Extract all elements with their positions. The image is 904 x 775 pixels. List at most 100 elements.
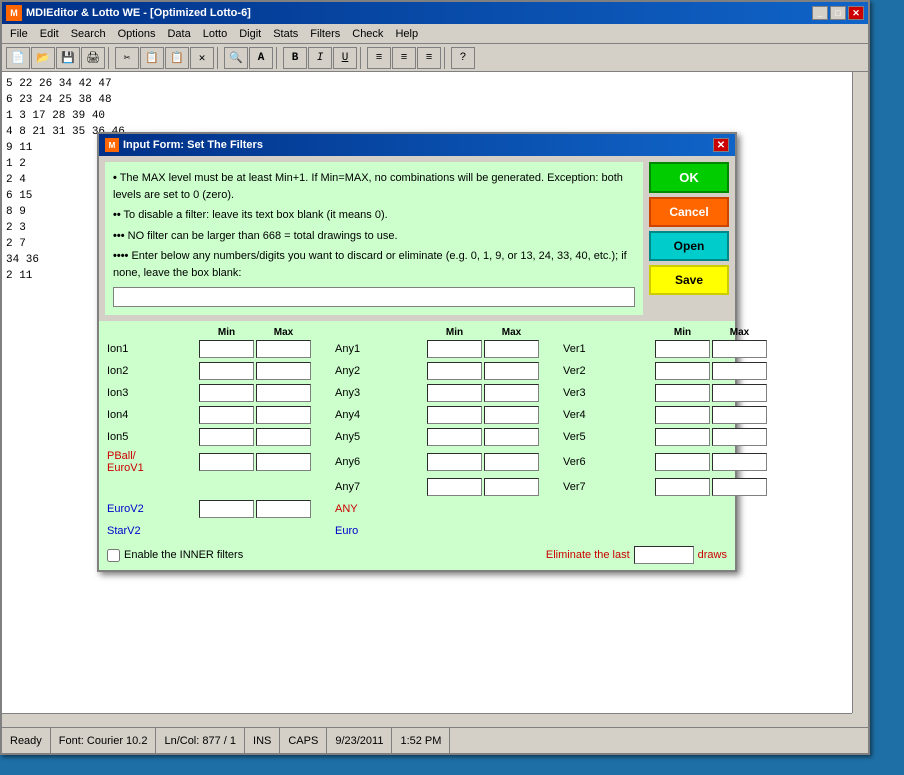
toolbar-align-center[interactable]: ≡ (392, 47, 416, 69)
save-button[interactable]: Save (649, 265, 729, 295)
menu-stats[interactable]: Stats (267, 26, 304, 42)
toolbar-paste[interactable]: 📋 (165, 47, 189, 69)
toolbar-print[interactable]: 🖨 (81, 47, 105, 69)
status-ins: INS (245, 728, 280, 753)
any7-min[interactable] (427, 478, 482, 496)
ion1-min[interactable] (199, 340, 254, 358)
menu-options[interactable]: Options (112, 26, 162, 42)
ion3-min[interactable] (199, 384, 254, 402)
main-window: M MDIEditor & Lotto WE - [Optimized Lott… (0, 0, 870, 755)
any2-max[interactable] (484, 362, 539, 380)
toolbar-align-left[interactable]: ≡ (367, 47, 391, 69)
ion3-max[interactable] (256, 384, 311, 402)
toolbar-open[interactable]: 📂 (31, 47, 55, 69)
label-any-euro: ANY (335, 503, 425, 515)
menu-help[interactable]: Help (389, 26, 424, 42)
toolbar-underline[interactable]: U (333, 47, 357, 69)
status-date: 9/23/2011 (327, 728, 392, 753)
menu-lotto[interactable]: Lotto (197, 26, 233, 42)
pball-min[interactable] (199, 453, 254, 471)
ion5-max[interactable] (256, 428, 311, 446)
ion5-min[interactable] (199, 428, 254, 446)
toolbar-align-right[interactable]: ≡ (417, 47, 441, 69)
title-bar: M MDIEditor & Lotto WE - [Optimized Lott… (2, 2, 868, 24)
ion2-min[interactable] (199, 362, 254, 380)
ver1-max[interactable] (712, 340, 767, 358)
ver2-max[interactable] (712, 362, 767, 380)
any4-max[interactable] (484, 406, 539, 424)
toolbar-cut[interactable]: ✂ (115, 47, 139, 69)
minimize-button[interactable]: _ (812, 6, 828, 20)
menu-file[interactable]: File (4, 26, 34, 42)
ver5-max[interactable] (712, 428, 767, 446)
ion2-max[interactable] (256, 362, 311, 380)
col-h2-label (335, 327, 425, 338)
dialog-title-text: Input Form: Set The Filters (123, 139, 263, 151)
menu-search[interactable]: Search (65, 26, 112, 42)
ver3-max[interactable] (712, 384, 767, 402)
any5-max[interactable] (484, 428, 539, 446)
ver4-max[interactable] (712, 406, 767, 424)
any6-max[interactable] (484, 453, 539, 471)
toolbar-bold[interactable]: B (283, 47, 307, 69)
dialog-close-button[interactable]: ✕ (713, 138, 729, 152)
ver7-min[interactable] (655, 478, 710, 496)
pball-max[interactable] (256, 453, 311, 471)
open-button[interactable]: Open (649, 231, 729, 261)
ver6-max[interactable] (712, 453, 767, 471)
col-h1-min: Min (199, 327, 254, 338)
ion4-max[interactable] (256, 406, 311, 424)
menu-data[interactable]: Data (161, 26, 196, 42)
ver2-min[interactable] (655, 362, 710, 380)
menu-edit[interactable]: Edit (34, 26, 65, 42)
menu-digit[interactable]: Digit (233, 26, 267, 42)
toolbar-copy[interactable]: 📋 (140, 47, 164, 69)
toolbar-save[interactable]: 💾 (56, 47, 80, 69)
any1-min[interactable] (427, 340, 482, 358)
cancel-button[interactable]: Cancel (649, 197, 729, 227)
ver7-max[interactable] (712, 478, 767, 496)
ok-button[interactable]: OK (649, 162, 729, 193)
any5-min[interactable] (427, 428, 482, 446)
menu-check[interactable]: Check (346, 26, 389, 42)
ion4-min[interactable] (199, 406, 254, 424)
menu-filters[interactable]: Filters (304, 26, 346, 42)
menu-bar: File Edit Search Options Data Lotto Digi… (2, 24, 868, 44)
any1-max[interactable] (484, 340, 539, 358)
scrollbar-vertical[interactable] (852, 72, 868, 713)
ver4-min[interactable] (655, 406, 710, 424)
any3-max[interactable] (484, 384, 539, 402)
any2-min[interactable] (427, 362, 482, 380)
ver3-min[interactable] (655, 384, 710, 402)
label-ion1: Ion1 (107, 343, 197, 355)
grid-row-6: PBall/EuroV1 Any6 Ver6 (107, 450, 727, 474)
filter-textbox[interactable] (113, 287, 635, 307)
ver6-min[interactable] (655, 453, 710, 471)
toolbar-italic[interactable]: I (308, 47, 332, 69)
draws-input[interactable] (634, 546, 694, 564)
any3-min[interactable] (427, 384, 482, 402)
eurov2-max[interactable] (256, 500, 311, 518)
any7-max[interactable] (484, 478, 539, 496)
toolbar-help[interactable]: ? (451, 47, 475, 69)
ver1-min[interactable] (655, 340, 710, 358)
col-h2-max: Max (484, 327, 539, 338)
label-ion5: Ion5 (107, 431, 197, 443)
toolbar-search[interactable]: 🔍 (224, 47, 248, 69)
label-any1: Any1 (335, 343, 425, 355)
title-controls: _ □ ✕ (812, 6, 864, 20)
any6-min[interactable] (427, 453, 482, 471)
ion1-max[interactable] (256, 340, 311, 358)
enable-inner-checkbox[interactable] (107, 549, 120, 562)
maximize-button[interactable]: □ (830, 6, 846, 20)
ver5-min[interactable] (655, 428, 710, 446)
toolbar-sep4 (360, 47, 364, 69)
scrollbar-horizontal[interactable] (2, 713, 852, 727)
close-button[interactable]: ✕ (848, 6, 864, 20)
eurov2-min[interactable] (199, 500, 254, 518)
any4-min[interactable] (427, 406, 482, 424)
toolbar-A[interactable]: A (249, 47, 273, 69)
col-h3-min: Min (655, 327, 710, 338)
toolbar-new[interactable]: 📄 (6, 47, 30, 69)
toolbar-delete[interactable]: ✕ (190, 47, 214, 69)
